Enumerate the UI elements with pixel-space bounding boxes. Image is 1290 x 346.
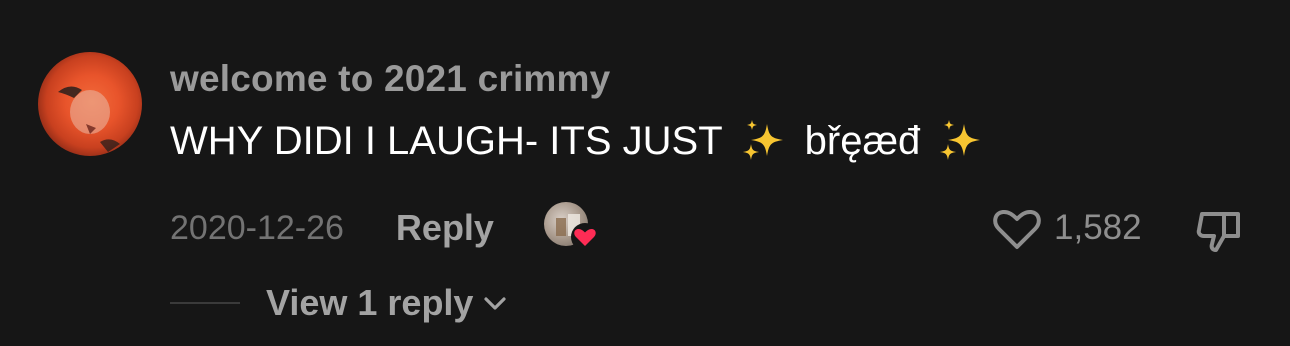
sparkles-icon: [741, 118, 787, 164]
user-avatar[interactable]: [38, 52, 142, 156]
like-count: 1,582: [1054, 208, 1142, 247]
comment-date: 2020-12-26: [170, 208, 344, 247]
chevron-down-icon[interactable]: [481, 289, 509, 317]
comment-meta-row: 2020-12-26 Reply: [170, 202, 599, 254]
heart-filled-icon: [570, 223, 599, 251]
thumbs-down-icon[interactable]: [1194, 204, 1246, 256]
comment-text: WHY DIDI I LAUGH- ITS JUST břęæđ: [170, 118, 1002, 164]
reply-button[interactable]: Reply: [396, 207, 494, 249]
view-replies-button[interactable]: View 1 reply: [266, 282, 473, 324]
comment-username[interactable]: welcome to 2021 crimmy: [170, 58, 610, 100]
sparkles-icon: [938, 118, 984, 164]
replies-divider: [170, 302, 240, 304]
view-replies-row[interactable]: View 1 reply: [170, 280, 509, 326]
comment-text-part1: WHY DIDI I LAUGH- ITS JUST: [170, 118, 723, 163]
creator-liked-badge: [543, 202, 599, 254]
like-button[interactable]: 1,582: [990, 204, 1142, 252]
comment-text-part2: břęæđ: [804, 118, 921, 163]
heart-outline-icon[interactable]: [990, 204, 1044, 252]
